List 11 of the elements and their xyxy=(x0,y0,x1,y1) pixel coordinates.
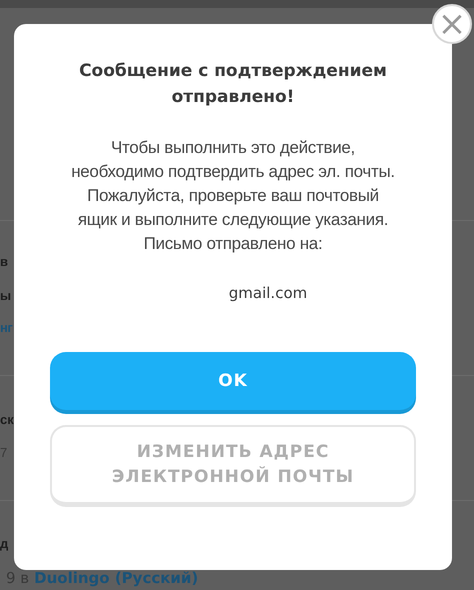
ok-button[interactable]: OK xyxy=(50,352,416,410)
link-text[interactable]: нг xyxy=(0,318,12,338)
dialog-message: Чтобы выполнить это действие, необходимо подтвердить адрес эл. почты. Пожалуйста, проверьте ваш почтовый ящик и выполните следующие указания. Письмо отправлено на: xyxy=(71,137,395,255)
text-fragment: ск xyxy=(0,411,14,429)
text-fragment: ы xyxy=(0,287,12,305)
email-address: gmail.com xyxy=(228,284,308,302)
course-link[interactable]: Duolingo (Русский) xyxy=(34,569,198,588)
text-fragment: в xyxy=(0,253,8,271)
text-fragment: д xyxy=(0,535,8,553)
dialog-title: Сообщение с подтверждением отправлено! xyxy=(78,60,388,109)
change-email-button[interactable]: ИЗМЕНИТЬ АДРЕС ЭЛЕКТРОННОЙ ПОЧТЫ xyxy=(50,425,416,507)
